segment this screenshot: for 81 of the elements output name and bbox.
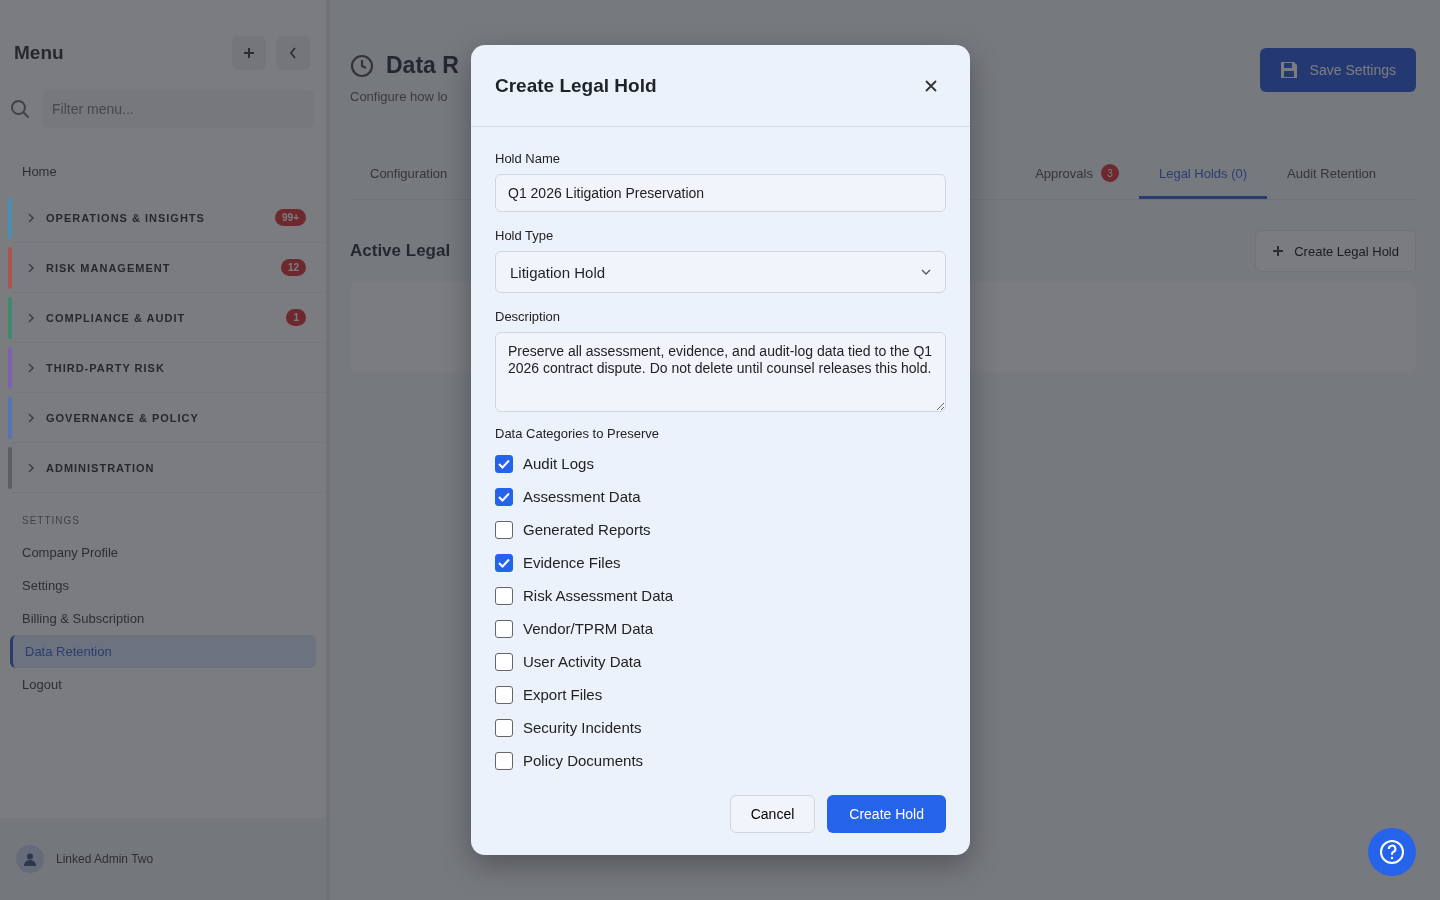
save-settings-button[interactable]: Save Settings [1259, 48, 1416, 92]
checkbox-label: Generated Reports [523, 521, 651, 538]
checkbox-label: Security Incidents [523, 719, 642, 736]
chevron-left-icon [289, 47, 297, 59]
checkbox[interactable] [495, 685, 513, 704]
avatar-icon [16, 845, 44, 873]
sidebar-link[interactable]: Company Profile [10, 536, 316, 569]
home-link[interactable]: Home [0, 128, 326, 193]
checkbox-label: Vendor/TPRM Data [523, 620, 654, 637]
checkbox[interactable] [495, 586, 513, 605]
checkbox[interactable] [495, 619, 513, 638]
checkbox[interactable] [495, 487, 513, 506]
field-label: Hold Type [495, 228, 555, 243]
chevron-right-icon [28, 462, 34, 473]
menu-group[interactable]: THIRD-PARTY RISK [12, 343, 326, 393]
count-badge: 99+ [275, 209, 306, 226]
chevron-down-icon [921, 269, 931, 275]
group-label: COMPLIANCE & AUDIT [46, 311, 187, 324]
add-button[interactable] [232, 36, 266, 70]
checkbox[interactable] [495, 718, 513, 737]
tab[interactable]: Audit Retention [1267, 150, 1396, 199]
count-badge: 12 [280, 259, 306, 276]
group-label: ADMINISTRATION [46, 461, 156, 474]
checkbox[interactable] [495, 553, 513, 572]
cancel-button[interactable]: Cancel [729, 795, 816, 833]
field-label: Hold Name [495, 151, 562, 166]
checkbox[interactable] [495, 652, 513, 671]
checkbox-label: Policy Documents [523, 752, 644, 769]
checkbox-label: Evidence Files [523, 554, 621, 571]
menu-group[interactable]: COMPLIANCE & AUDIT 1 [12, 293, 326, 343]
checkbox-label: Export Files [523, 686, 603, 703]
tab[interactable]: Approvals 3 [1015, 150, 1139, 199]
section-title: Active Legal [350, 241, 451, 261]
checkbox[interactable] [495, 454, 513, 473]
chevron-right-icon [28, 262, 34, 273]
group-label: OPERATIONS & INSIGHTS [46, 211, 206, 224]
checkbox-label: Risk Assessment Data [523, 587, 674, 604]
group-label: THIRD-PARTY RISK [46, 361, 166, 374]
hold-type-dropdown[interactable]: Litigation Hold [495, 251, 946, 293]
sidebar-link[interactable]: Data Retention [10, 635, 316, 668]
search-icon [10, 99, 30, 119]
checkbox-label: User Activity Data [523, 653, 642, 670]
page-subtitle: Configure how lo [350, 89, 449, 104]
checkbox-label: Assessment Data [523, 488, 641, 505]
menu-group[interactable]: ADMINISTRATION [12, 443, 326, 493]
tab[interactable]: Configuration [350, 150, 468, 199]
plus-icon [1272, 245, 1285, 257]
chevron-right-icon [28, 412, 34, 423]
sidebar-link[interactable]: Settings [10, 569, 316, 602]
tab[interactable]: Legal Holds (0) [1138, 150, 1268, 199]
create-legal-hold-button[interactable]: Create Legal Hold [1255, 230, 1416, 272]
section-heading: SETTINGS [21, 514, 81, 528]
close-icon [925, 79, 937, 92]
checkbox[interactable] [495, 751, 513, 770]
checkbox-label: Audit Logs [523, 455, 594, 472]
page-title: Data R [386, 52, 459, 79]
help-icon [1379, 839, 1405, 865]
checkbox[interactable] [495, 520, 513, 539]
plus-icon [243, 47, 255, 59]
chevron-right-icon [28, 312, 34, 323]
field-label: Data Categories to Preserve [495, 426, 661, 441]
count-badge: 1 [286, 309, 306, 326]
help-button[interactable] [1368, 828, 1416, 876]
create-hold-button[interactable]: Create Hold [827, 795, 946, 833]
clock-icon [350, 53, 374, 78]
dialog-title: Create Legal Hold [495, 74, 657, 97]
menu-title: Menu [14, 42, 64, 64]
sidebar-link[interactable]: Billing & Subscription [10, 602, 316, 635]
group-label: RISK MANAGEMENT [46, 261, 172, 274]
menu-group[interactable]: OPERATIONS & INSIGHTS 99+ [12, 193, 326, 243]
user-name: Linked Admin Two [56, 852, 154, 866]
field-label: Description [495, 309, 562, 324]
count-badge: 3 [1100, 164, 1119, 182]
description-field[interactable]: Preserve all assessment, evidence, and audit-log data tied to the Q1 2026 contract dispute. Do not delete until counsel releases this hold. [495, 332, 946, 412]
group-label: GOVERNANCE & POLICY [46, 411, 200, 424]
sidebar-link[interactable]: Logout [10, 668, 316, 701]
menu-group[interactable]: GOVERNANCE & POLICY [12, 393, 326, 443]
hold-name-field[interactable]: Q1 2026 Litigation Preservation [495, 174, 946, 212]
chevron-right-icon [28, 362, 34, 373]
chevron-right-icon [28, 212, 34, 223]
menu-group[interactable]: RISK MANAGEMENT 12 [12, 243, 326, 293]
